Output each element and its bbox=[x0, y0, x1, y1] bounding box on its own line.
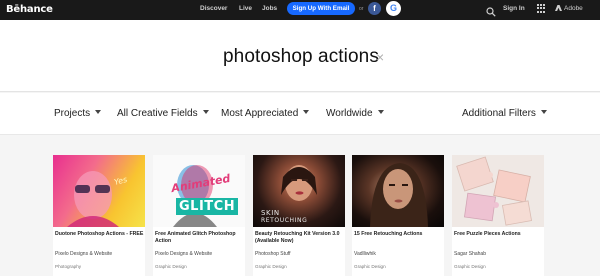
filter-label: Additional Filters bbox=[462, 108, 536, 119]
sign-up-with-email-button[interactable]: Sign Up With Email bbox=[287, 2, 355, 15]
filter-label: Projects bbox=[54, 108, 91, 119]
apps-grid-icon[interactable] bbox=[537, 4, 546, 13]
chevron-down-icon bbox=[540, 110, 547, 114]
project-thumbnail[interactable] bbox=[352, 155, 444, 227]
search-query-text[interactable]: photoshop actions bbox=[223, 46, 379, 68]
sign-in-link[interactable]: Sign In bbox=[503, 5, 525, 12]
additional-filters-dropdown[interactable]: Additional Filters bbox=[462, 108, 547, 119]
filter-label: Worldwide bbox=[326, 108, 373, 119]
sort-filter-dropdown[interactable]: Most Appreciated bbox=[221, 108, 310, 119]
chevron-down-icon bbox=[377, 110, 384, 114]
project-card[interactable]: Animated GLITCH Free Animated Glitch Pho… bbox=[153, 155, 245, 276]
search-area: photoshop actions × bbox=[0, 20, 600, 92]
project-field: Photography bbox=[55, 264, 82, 269]
projects-filter-dropdown[interactable]: Projects bbox=[54, 108, 102, 119]
adobe-label: Adobe bbox=[564, 5, 583, 12]
top-navigation-bar: Bēhance Discover Live Jobs Sign Up With … bbox=[0, 0, 600, 20]
chevron-down-icon bbox=[202, 110, 209, 114]
chevron-down-icon bbox=[303, 110, 310, 114]
project-title[interactable]: Duotone Photoshop Actions - FREE bbox=[55, 231, 145, 238]
project-field: Graphic Design bbox=[255, 264, 287, 269]
search-icon[interactable] bbox=[486, 4, 496, 17]
project-card[interactable]: SKIN RETOUCHING Beauty Retouching Kit Ve… bbox=[253, 155, 345, 276]
filter-label: Most Appreciated bbox=[221, 108, 299, 119]
project-owner[interactable]: Pixelo Designs & Website bbox=[155, 251, 212, 257]
thumbnail-text: RETOUCHING bbox=[261, 217, 308, 224]
thumbnail-text: GLITCH bbox=[176, 198, 239, 215]
nav-jobs[interactable]: Jobs bbox=[262, 5, 277, 12]
adobe-logo-icon bbox=[555, 5, 562, 11]
project-thumbnail[interactable]: SKIN RETOUCHING bbox=[253, 155, 345, 227]
close-icon[interactable]: × bbox=[376, 50, 384, 64]
project-owner[interactable]: Pixelo Designs & Website bbox=[55, 251, 112, 257]
project-title[interactable]: Free Puzzle Pieces Actions bbox=[454, 231, 544, 238]
project-thumbnail[interactable]: Animated GLITCH bbox=[153, 155, 245, 227]
project-field: Graphic Design bbox=[354, 264, 386, 269]
thumbnail-text: SKIN bbox=[261, 209, 280, 217]
facebook-login-button[interactable]: f bbox=[368, 2, 381, 15]
project-title[interactable]: 15 Free Retouching Actions bbox=[354, 231, 444, 238]
adobe-link[interactable]: Adobe bbox=[555, 5, 583, 12]
nav-discover[interactable]: Discover bbox=[200, 5, 227, 12]
project-card[interactable]: Free Puzzle Pieces Actions Sagar Shahab … bbox=[452, 155, 544, 276]
project-card[interactable]: 15 Free Retouching Actions Vadlliwhik Gr… bbox=[352, 155, 444, 276]
project-thumbnail[interactable] bbox=[452, 155, 544, 227]
project-title[interactable]: Free Animated Glitch Photoshop Action bbox=[155, 231, 245, 244]
project-title[interactable]: Beauty Retouching Kit Version 3.0 (Avail… bbox=[255, 231, 345, 244]
creative-fields-filter-dropdown[interactable]: All Creative Fields bbox=[117, 108, 209, 119]
project-field: Graphic Design bbox=[454, 264, 486, 269]
location-filter-dropdown[interactable]: Worldwide bbox=[326, 108, 384, 119]
svg-text:Yes: Yes bbox=[113, 175, 128, 187]
google-login-button[interactable]: G bbox=[386, 1, 401, 16]
filter-bar: Projects All Creative Fields Most Apprec… bbox=[0, 93, 600, 135]
project-field: Graphic Design bbox=[155, 264, 187, 269]
chevron-down-icon bbox=[95, 110, 102, 114]
project-card[interactable]: Yes Duotone Photoshop Actions - FREE Pix… bbox=[53, 155, 145, 276]
project-owner[interactable]: Vadlliwhik bbox=[354, 251, 376, 257]
project-owner[interactable]: Photoshop Stuff bbox=[255, 251, 291, 257]
filter-label: All Creative Fields bbox=[117, 108, 198, 119]
behance-logo[interactable]: Bēhance bbox=[6, 4, 53, 15]
project-owner[interactable]: Sagar Shahab bbox=[454, 251, 486, 257]
project-thumbnail[interactable]: Yes bbox=[53, 155, 145, 227]
nav-live[interactable]: Live bbox=[239, 5, 252, 12]
or-label: or bbox=[359, 6, 364, 12]
